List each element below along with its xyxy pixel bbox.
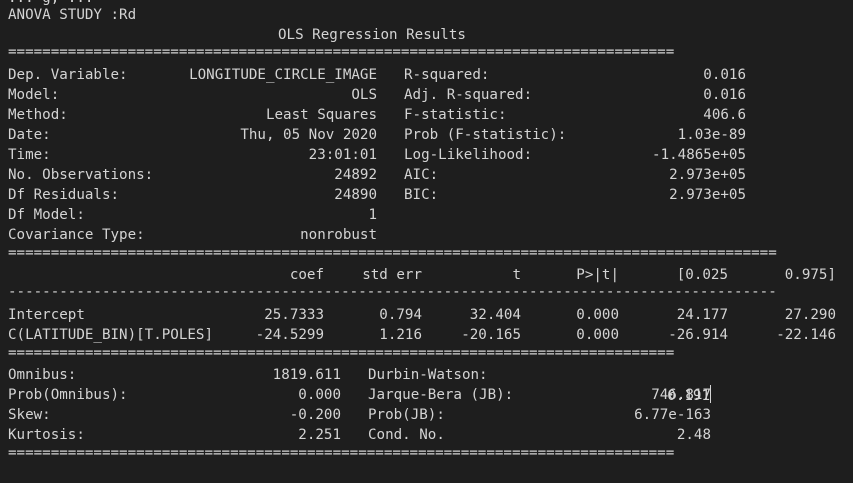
summary-label: Time:: [8, 147, 51, 163]
separator-coef-mid: ----------------------------------------…: [8, 287, 777, 297]
row-name: C(LATITUDE_BIN)[T.POLES]: [8, 327, 213, 343]
row-ci-high: -22.146: [776, 327, 836, 343]
summary-label: No. Observations:: [8, 167, 154, 183]
summary-label: BIC:: [404, 187, 439, 203]
diag-value: -0.200: [289, 407, 341, 423]
diag-value: 0.000: [298, 387, 341, 403]
summary-value: 2.973e+05: [669, 167, 746, 183]
diag-label: Prob(Omnibus):: [8, 387, 128, 403]
separator-coef-top: ========================================…: [8, 248, 777, 258]
separator-top: ========================================…: [8, 47, 675, 57]
row-ci-high: 27.290: [784, 307, 836, 323]
separator-diag-top: ========================================…: [8, 348, 675, 358]
row-std-err: 0.794: [379, 307, 422, 323]
row-coef: -24.5299: [255, 327, 324, 343]
diag-value: 6.77e-163: [634, 407, 711, 423]
summary-value: 24890: [334, 187, 377, 203]
results-title: OLS Regression Results: [278, 27, 466, 43]
summary-label: Df Residuals:: [8, 187, 120, 203]
summary-label: Dep. Variable:: [8, 67, 128, 83]
summary-value: 1.03e-89: [677, 127, 746, 143]
diag-label: Durbin-Watson:: [368, 367, 488, 383]
row-ci-low: -26.914: [668, 327, 728, 343]
row-ci-low: 24.177: [676, 307, 728, 323]
diag-value: 1819.611: [272, 367, 341, 383]
summary-label: Prob (F-statistic):: [404, 127, 567, 143]
row-std-err: 1.216: [379, 327, 422, 343]
header-std-err: std err: [362, 267, 422, 283]
summary-value: 0.016: [703, 87, 746, 103]
summary-value: 1: [368, 207, 377, 223]
row-p: 0.000: [576, 307, 619, 323]
header-ci-high: 0.975]: [784, 267, 836, 283]
summary-value: OLS: [351, 87, 377, 103]
summary-label: Adj. R-squared:: [404, 87, 533, 103]
summary-label: Date:: [8, 127, 51, 143]
diag-value: 2.251: [298, 427, 341, 443]
diag-label: Cond. No.: [368, 427, 445, 443]
diag-value: 746.817: [651, 387, 711, 403]
row-name: Intercept: [8, 307, 85, 323]
row-coef: 25.7333: [264, 307, 324, 323]
diag-label: Kurtosis:: [8, 427, 85, 443]
notebook-title: ANOVA STUDY :Rd: [8, 7, 137, 23]
separator-bottom: ========================================…: [8, 448, 675, 458]
summary-value: nonrobust: [300, 227, 377, 243]
summary-value: 2.973e+05: [669, 187, 746, 203]
diag-label: Prob(JB):: [368, 407, 445, 423]
header-coef: coef: [289, 267, 324, 283]
summary-label: Df Model:: [8, 207, 85, 223]
summary-label: Method:: [8, 107, 68, 123]
summary-value: 23:01:01: [308, 147, 377, 163]
summary-value: 24892: [334, 167, 377, 183]
diag-label: Skew:: [8, 407, 51, 423]
summary-label: Covariance Type:: [8, 227, 145, 243]
header-p: P>|t|: [576, 267, 619, 283]
summary-label: Model:: [8, 87, 60, 103]
summary-label: F-statistic:: [404, 107, 507, 123]
row-t: 32.404: [469, 307, 521, 323]
diag-label: Jarque-Bera (JB):: [368, 387, 514, 403]
summary-value: 406.6: [703, 107, 746, 123]
row-p: 0.000: [576, 327, 619, 343]
summary-label: Log-Likelihood:: [404, 147, 533, 163]
terminal-output: ... g, ... ANOVA STUDY :Rd OLS Regressio…: [0, 0, 853, 483]
summary-value: -1.4865e+05: [652, 147, 746, 163]
diag-label: Omnibus:: [8, 367, 77, 383]
summary-label: R-squared:: [404, 67, 490, 83]
summary-value: 0.016: [703, 67, 746, 83]
summary-label: AIC:: [404, 167, 439, 183]
row-t: -20.165: [461, 327, 521, 343]
diag-value: 2.48: [676, 427, 711, 443]
summary-value: LONGITUDE_CIRCLE_IMAGE: [189, 67, 377, 83]
summary-value: Thu, 05 Nov 2020: [240, 127, 377, 143]
header-t: t: [512, 267, 521, 283]
summary-value: Least Squares: [265, 107, 377, 123]
header-ci-low: [0.025: [676, 267, 728, 283]
